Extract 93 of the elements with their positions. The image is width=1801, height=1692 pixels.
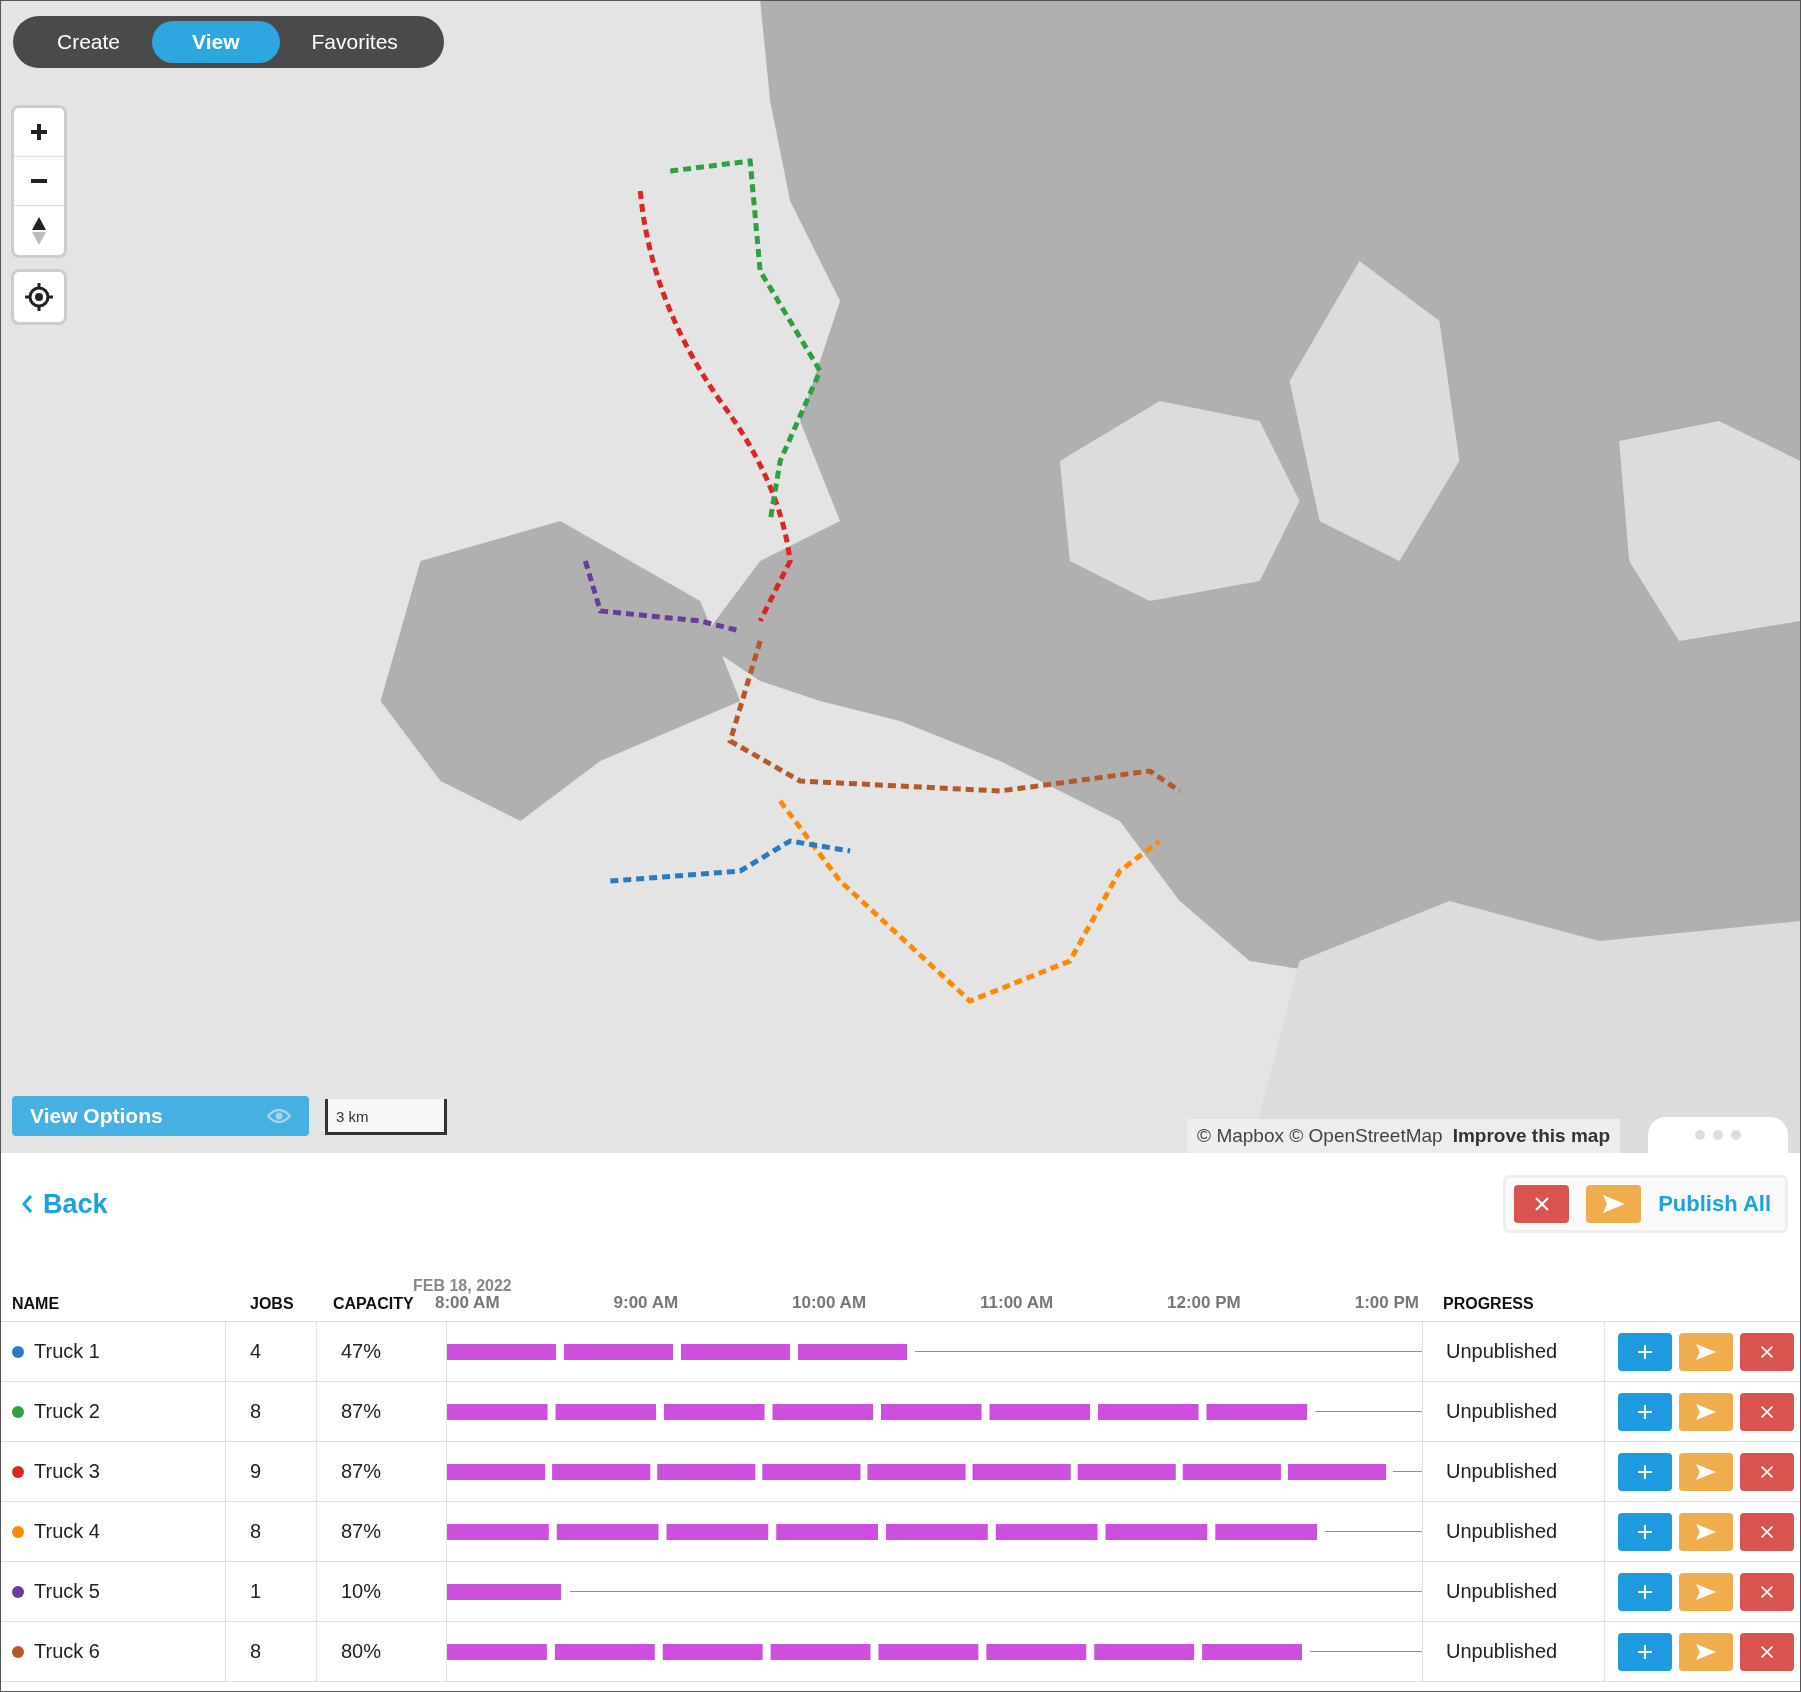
- table-cell: 10%: [341, 1580, 382, 1603]
- close-icon: [1760, 1344, 1774, 1359]
- time-tick-label: 10:00 AM: [792, 1293, 867, 1313]
- table-cell: 87%: [341, 1520, 382, 1543]
- time-tick-label: 11:00 AM: [980, 1293, 1054, 1313]
- table-cell: Unpublished: [1446, 1580, 1558, 1603]
- column-header: CAPACITY: [333, 1295, 414, 1312]
- mode-tab[interactable]: View: [152, 21, 280, 63]
- add-button[interactable]: [1618, 1332, 1672, 1371]
- timeline-date: FEB 18, 2022: [413, 1277, 513, 1295]
- table-cell: Unpublished: [1446, 1640, 1558, 1663]
- chevron-left-icon: [21, 1194, 33, 1214]
- table-cell: 8: [250, 1640, 262, 1663]
- time-tick-label: 1:00 PM: [1354, 1293, 1419, 1313]
- table-cell: 87%: [341, 1400, 382, 1423]
- plus-icon: [28, 121, 50, 143]
- improve-map-link[interactable]: Improve this map: [1452, 1125, 1610, 1147]
- send-icon: [1695, 1402, 1717, 1421]
- mode-tab[interactable]: Favorites: [285, 21, 424, 63]
- table-cell: 1: [250, 1580, 262, 1603]
- send-icon: [1695, 1642, 1717, 1661]
- back-link[interactable]: Back: [21, 1188, 108, 1220]
- send-icon: [1695, 1342, 1717, 1361]
- send-button[interactable]: [1679, 1332, 1733, 1371]
- dots-icon: [1694, 1129, 1742, 1141]
- table-cell: 8: [250, 1520, 262, 1543]
- add-button[interactable]: [1618, 1512, 1672, 1551]
- close-icon: [1760, 1644, 1774, 1659]
- remove-button[interactable]: [1740, 1632, 1794, 1671]
- remove-button[interactable]: [1740, 1512, 1794, 1551]
- truck-name: Truck 2: [34, 1400, 100, 1423]
- column-header: NAME: [12, 1295, 60, 1312]
- plus-icon: [1637, 1403, 1653, 1420]
- time-tick-label: 12:00 PM: [1167, 1293, 1241, 1313]
- table-cell: 8: [250, 1400, 262, 1423]
- publish-all-link[interactable]: Publish All: [1658, 1191, 1771, 1217]
- send-icon: [1695, 1582, 1717, 1601]
- truck-name: Truck 5: [34, 1580, 100, 1603]
- column-header: JOBS: [250, 1295, 294, 1312]
- close-icon: [1760, 1404, 1774, 1419]
- table-cell: 47%: [341, 1340, 382, 1363]
- plus-icon: [1637, 1523, 1653, 1540]
- send-icon: [1601, 1194, 1626, 1214]
- truck-name: Truck 3: [34, 1460, 100, 1483]
- target-icon: [24, 282, 54, 312]
- table-cell: 87%: [341, 1460, 382, 1483]
- attribution-text: © Mapbox © OpenStreetMap: [1197, 1125, 1443, 1147]
- eye-icon: [267, 1108, 291, 1124]
- close-icon: [1760, 1524, 1774, 1539]
- remove-button[interactable]: [1740, 1332, 1794, 1371]
- send-button[interactable]: [1679, 1572, 1733, 1611]
- table-cell: Unpublished: [1446, 1340, 1558, 1363]
- time-tick-label: 9:00 AM: [613, 1293, 679, 1313]
- truck-name: Truck 6: [34, 1640, 100, 1663]
- time-tick-label: 8:00 AM: [435, 1293, 500, 1313]
- send-button[interactable]: [1679, 1452, 1733, 1491]
- mode-tab[interactable]: Create: [31, 21, 147, 63]
- compass-icon: [31, 215, 47, 246]
- table-cell: 4: [250, 1340, 262, 1363]
- table-cell: Unpublished: [1446, 1400, 1558, 1423]
- close-icon: [1760, 1464, 1774, 1479]
- truck-name: Truck 1: [34, 1340, 100, 1363]
- plus-icon: [1637, 1583, 1653, 1600]
- minus-icon: [31, 179, 47, 183]
- locate-button[interactable]: [11, 269, 67, 325]
- truck-name: Truck 4: [34, 1520, 100, 1543]
- send-all-button[interactable]: [1586, 1185, 1642, 1223]
- plus-icon: [1637, 1463, 1653, 1480]
- column-header: PROGRESS: [1443, 1295, 1534, 1312]
- drawer-handle[interactable]: [1648, 1117, 1788, 1153]
- close-icon: [1760, 1584, 1774, 1599]
- send-icon: [1695, 1522, 1717, 1541]
- send-button[interactable]: [1679, 1632, 1733, 1671]
- table-cell: 80%: [341, 1640, 382, 1663]
- scale-bar: 3 km: [325, 1099, 447, 1135]
- add-button[interactable]: [1618, 1632, 1672, 1671]
- add-button[interactable]: [1618, 1572, 1672, 1611]
- remove-button[interactable]: [1740, 1452, 1794, 1491]
- view-options-button[interactable]: View Options: [12, 1096, 309, 1136]
- add-button[interactable]: [1618, 1452, 1672, 1491]
- add-button[interactable]: [1618, 1392, 1672, 1431]
- plus-icon: [1637, 1343, 1653, 1360]
- plus-icon: [1637, 1643, 1653, 1660]
- send-button[interactable]: [1679, 1392, 1733, 1431]
- table-cell: Unpublished: [1446, 1520, 1558, 1543]
- remove-button[interactable]: [1740, 1572, 1794, 1611]
- send-button[interactable]: [1679, 1512, 1733, 1551]
- send-icon: [1695, 1462, 1717, 1481]
- remove-button[interactable]: [1740, 1392, 1794, 1431]
- cancel-all-button[interactable]: [1514, 1185, 1570, 1223]
- close-icon: [1532, 1195, 1551, 1213]
- table-cell: 9: [250, 1460, 262, 1483]
- table-cell: Unpublished: [1446, 1460, 1558, 1483]
